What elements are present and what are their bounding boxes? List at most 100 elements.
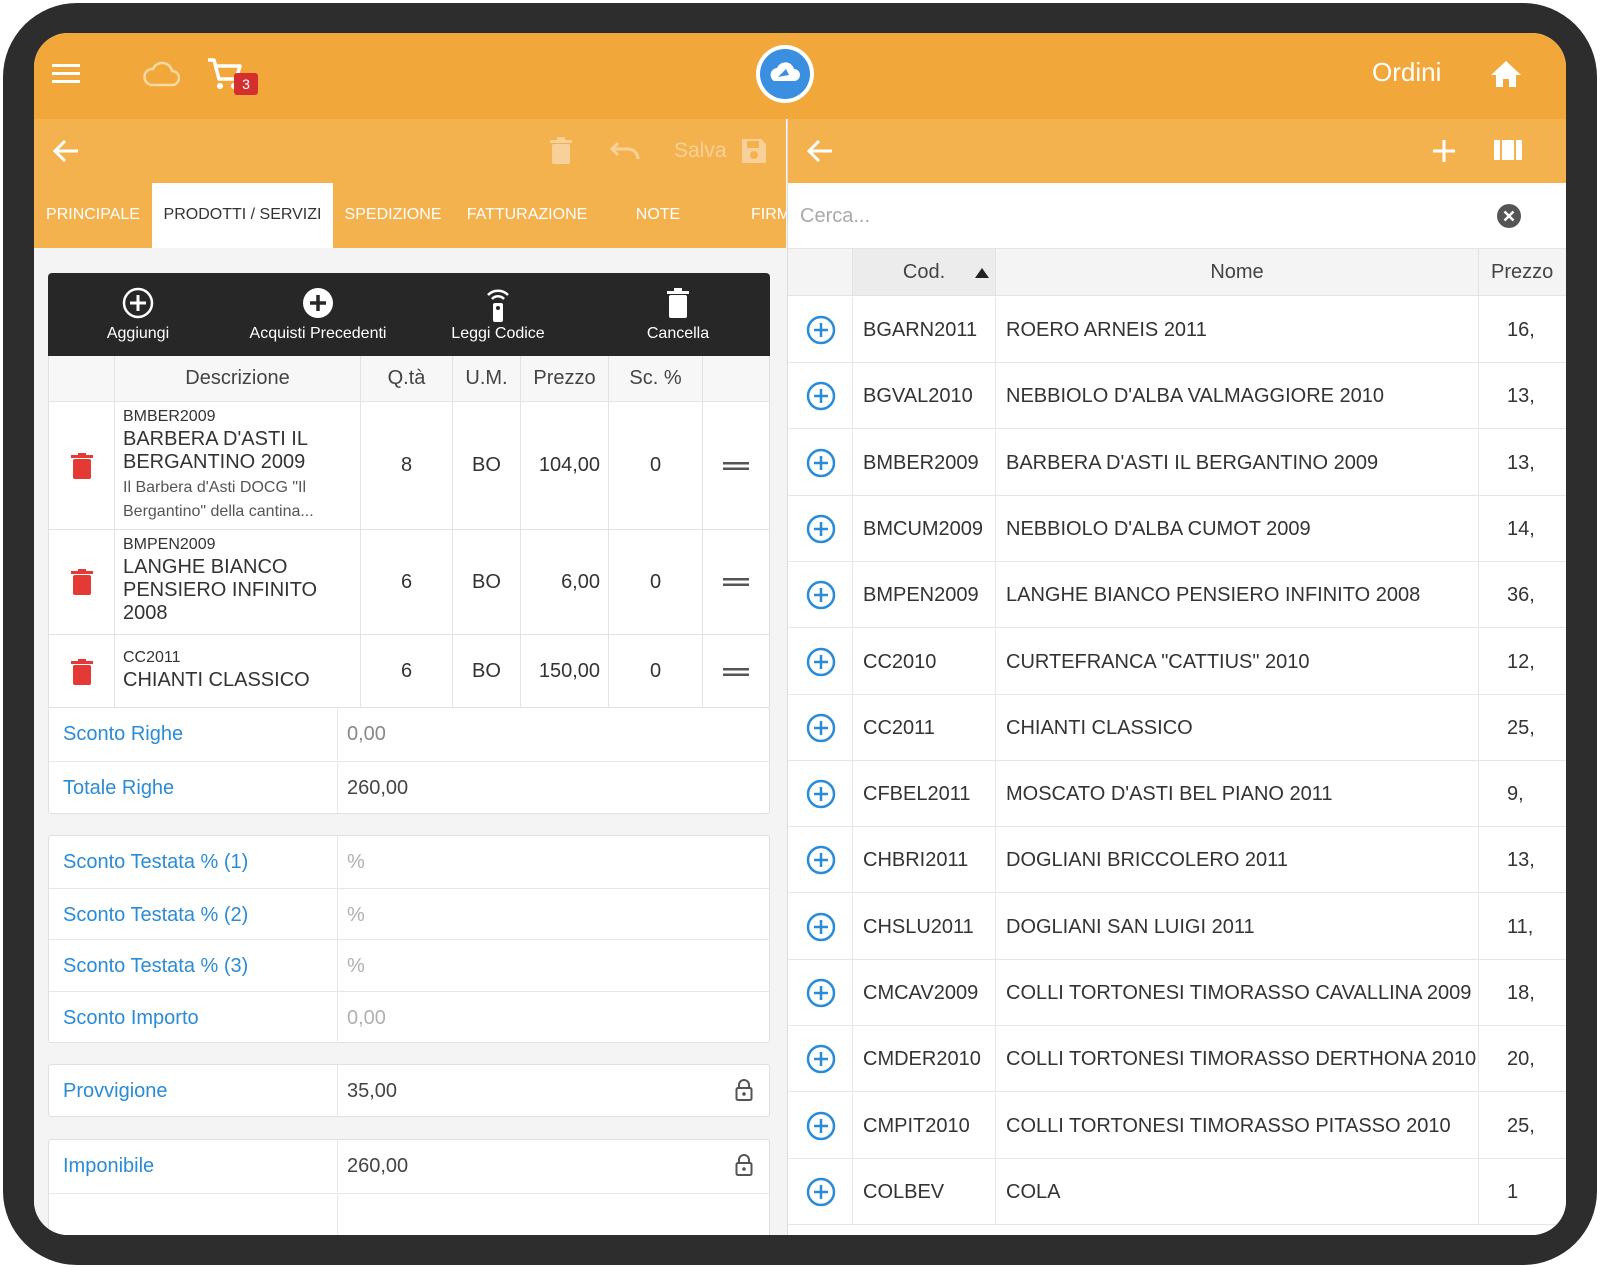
add-product-button[interactable] — [788, 562, 853, 629]
row-delete-button[interactable] — [49, 402, 115, 529]
add-button[interactable]: Aggiungi — [48, 273, 228, 356]
cloud-icon[interactable] — [142, 61, 181, 92]
product-row[interactable]: BMPEN2009 LANGHE BIANCO PENSIERO INFINITO… — [788, 562, 1566, 629]
row-qty[interactable]: 6 — [361, 530, 453, 634]
add-product-button[interactable] — [788, 628, 853, 695]
tab-firma[interactable]: FIRMA — [751, 183, 786, 248]
add-product-button[interactable] — [788, 429, 853, 496]
col-nome-header[interactable]: Nome — [996, 249, 1479, 296]
table-row[interactable]: BMPEN2009 LANGHE BIANCO PENSIERO INFINIT… — [49, 529, 769, 634]
product-row[interactable]: BMBER2009 BARBERA D'ASTI IL BERGANTINO 20… — [788, 429, 1566, 496]
plus-circle-filled-icon — [303, 288, 333, 318]
product-row[interactable]: BGARN2011 ROERO ARNEIS 2011 16, — [788, 297, 1566, 363]
row-price[interactable]: 150,00 — [521, 635, 609, 708]
row-discount[interactable]: 0 — [609, 530, 703, 634]
row-price[interactable]: 6,00 — [521, 530, 609, 634]
row-delete-button[interactable] — [49, 530, 115, 634]
product-row[interactable]: CHSLU2011 DOGLIANI SAN LUIGI 2011 11, — [788, 893, 1566, 960]
sconto-testata-3-row[interactable]: Sconto Testata % (3) % — [49, 939, 769, 991]
drag-handle-icon[interactable] — [703, 530, 769, 634]
lock-icon[interactable] — [735, 1079, 753, 1101]
tab-prodotti-servizi[interactable]: PRODOTTI / SERVIZI — [152, 183, 333, 248]
product-row[interactable]: CMDER2010 COLLI TORTONESI TIMORASSO DERTH… — [788, 1026, 1566, 1093]
sconto-righe-label: Sconto Righe — [63, 723, 184, 745]
table-row[interactable]: BMBER2009 BARBERA D'ASTI IL BERGANTINO 2… — [49, 401, 769, 529]
row-um[interactable]: BO — [453, 402, 521, 529]
col-prezzo-header[interactable]: Prezzo — [1479, 249, 1566, 296]
product-row[interactable]: CHBRI2011 DOGLIANI BRICCOLERO 2011 13, — [788, 827, 1566, 894]
add-product-button[interactable] — [788, 297, 853, 363]
row-discount[interactable]: 0 — [609, 402, 703, 529]
sconto-testata-2-field[interactable]: % — [347, 889, 365, 941]
product-code: CHBRI2011 — [853, 827, 996, 894]
add-product-button[interactable] — [788, 1026, 853, 1093]
product-price: 25, — [1479, 695, 1566, 761]
row-note: Il Barbera d'Asti DOCG "Il Bergantino" d… — [123, 479, 314, 520]
add-product-button[interactable] — [788, 495, 853, 562]
tab-spedizione[interactable]: SPEDIZIONE — [333, 183, 453, 248]
product-row[interactable]: CMPIT2010 COLLI TORTONESI TIMORASSO PITAS… — [788, 1092, 1566, 1159]
table-row[interactable]: CC2011 CHIANTI CLASSICO 6 BO 150,00 0 — [49, 634, 769, 708]
add-product-button[interactable] — [788, 893, 853, 960]
delete-icon[interactable] — [550, 137, 572, 170]
save-label[interactable]: Salva — [674, 139, 727, 163]
product-row[interactable]: CC2011 CHIANTI CLASSICO 25, — [788, 694, 1566, 761]
add-product-button[interactable] — [788, 960, 853, 1026]
product-name: BARBERA D'ASTI IL BERGANTINO 2009 — [996, 429, 1479, 496]
product-row[interactable]: CFBEL2011 MOSCATO D'ASTI BEL PIANO 2011 9, — [788, 761, 1566, 828]
add-product-button[interactable] — [788, 761, 853, 828]
sconto-importo-row[interactable]: Sconto Importo 0,00 — [49, 991, 769, 1043]
row-qty[interactable]: 8 — [361, 402, 453, 529]
product-row[interactable]: BMCUM2009 NEBBIOLO D'ALBA CUMOT 2009 14, — [788, 495, 1566, 562]
save-icon[interactable] — [740, 137, 768, 170]
add-product-button[interactable] — [788, 1092, 853, 1159]
col-cod-header[interactable]: Cod. — [853, 249, 996, 296]
product-row[interactable]: COLBEV COLA 1 — [788, 1158, 1566, 1225]
row-price[interactable]: 104,00 — [521, 402, 609, 529]
sconto-testata-3-field[interactable]: % — [347, 940, 365, 992]
cancel-button[interactable]: Cancella — [588, 273, 768, 356]
col-disc-header: Sc. % — [609, 356, 703, 401]
plus-circle-icon — [806, 1177, 836, 1207]
menu-icon[interactable] — [52, 63, 80, 90]
lock-icon[interactable] — [735, 1154, 753, 1176]
product-row[interactable]: CC2010 CURTEFRANCA "CATTIUS" 2010 12, — [788, 628, 1566, 695]
row-name: CHIANTI CLASSICO — [123, 669, 310, 691]
add-icon[interactable] — [1432, 139, 1456, 168]
line-totals-card: Sconto Righe 0,00 Totale Righe 260,00 — [48, 708, 770, 814]
row-qty[interactable]: 6 — [361, 635, 453, 708]
tab-fatturazione[interactable]: FATTURAZIONE — [453, 183, 601, 248]
product-row[interactable]: BGVAL2010 NEBBIOLO D'ALBA VALMAGGIORE 201… — [788, 363, 1566, 430]
sort-ascending-icon — [975, 268, 989, 278]
back-arrow-icon[interactable] — [52, 139, 80, 168]
tab-principale[interactable]: PRINCIPALE — [34, 183, 152, 248]
back-arrow-icon[interactable] — [806, 139, 834, 168]
sconto-testata-1-field[interactable]: % — [347, 836, 365, 888]
clear-search-icon[interactable] — [1497, 204, 1521, 228]
row-um[interactable]: BO — [453, 635, 521, 708]
row-discount[interactable]: 0 — [609, 635, 703, 708]
add-product-button[interactable] — [788, 363, 853, 430]
imponibile-row: Imponibile 260,00 — [49, 1140, 769, 1192]
product-row[interactable]: CMCAV2009 COLLI TORTONESI TIMORASSO CAVAL… — [788, 960, 1566, 1026]
undo-icon[interactable] — [609, 139, 642, 166]
add-product-button[interactable] — [788, 1158, 853, 1225]
add-product-button[interactable] — [788, 694, 853, 761]
search-input[interactable] — [800, 201, 1480, 231]
add-product-button[interactable] — [788, 827, 853, 894]
previous-purchases-button[interactable]: Acquisti Precedenti — [228, 273, 408, 356]
product-price-value: 9, — [1507, 783, 1524, 806]
drag-handle-icon[interactable] — [703, 635, 769, 708]
home-icon[interactable] — [1490, 59, 1522, 94]
columns-icon[interactable] — [1494, 139, 1522, 166]
sconto-righe-row: Sconto Righe 0,00 — [49, 708, 769, 760]
sconto-testata-2-row[interactable]: Sconto Testata % (2) % — [49, 888, 769, 940]
sconto-testata-1-row[interactable]: Sconto Testata % (1) % — [49, 836, 769, 888]
product-price-value: 1 — [1507, 1180, 1519, 1203]
sconto-importo-field[interactable]: 0,00 — [347, 992, 386, 1044]
row-um[interactable]: BO — [453, 530, 521, 634]
read-code-button[interactable]: Leggi Codice — [408, 273, 588, 356]
drag-handle-icon[interactable] — [703, 402, 769, 529]
row-delete-button[interactable] — [49, 635, 115, 708]
tab-note[interactable]: NOTE — [601, 183, 715, 248]
